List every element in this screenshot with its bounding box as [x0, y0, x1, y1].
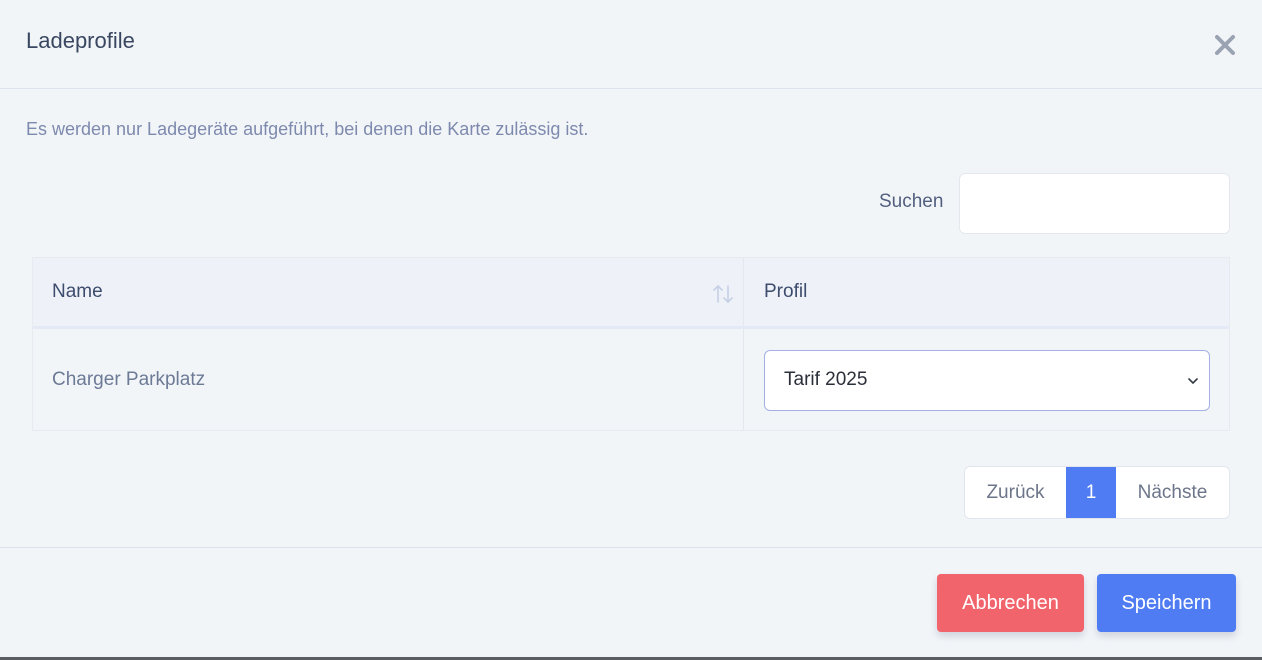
pagination-next-button[interactable]: Nächste — [1116, 467, 1229, 518]
profil-select-value: Tarif 2025 — [784, 369, 868, 390]
column-header-name[interactable]: Name — [33, 258, 744, 326]
charger-table: Name Profil Charger Parkplatz Tarif 2025 — [32, 257, 1230, 431]
sort-arrows-icon — [713, 285, 733, 303]
info-text: Es werden nur Ladegeräte aufgeführt, bei… — [26, 119, 589, 139]
pagination-prev-button[interactable]: Zurück — [965, 467, 1066, 518]
table-row: Charger Parkplatz Tarif 2025 — [33, 329, 1229, 430]
cancel-button[interactable]: Abbrechen — [937, 574, 1084, 632]
modal-header: Ladeprofile — [0, 0, 1262, 89]
search-input[interactable] — [959, 173, 1230, 234]
column-header-profil-label: Profil — [764, 281, 808, 302]
chevron-down-icon — [1188, 378, 1198, 384]
table-header: Name Profil — [33, 258, 1229, 329]
save-button[interactable]: Speichern — [1097, 574, 1236, 632]
column-header-profil: Profil — [744, 258, 1229, 326]
close-button[interactable] — [1212, 32, 1238, 58]
close-icon — [1215, 35, 1235, 55]
profil-select[interactable]: Tarif 2025 — [764, 350, 1210, 411]
search-label: Suchen — [879, 191, 944, 212]
column-header-name-label: Name — [52, 281, 103, 302]
modal-title: Ladeprofile — [26, 28, 135, 53]
charger-name: Charger Parkplatz — [52, 369, 206, 390]
pagination-page-1[interactable]: 1 — [1066, 467, 1116, 518]
cell-profil: Tarif 2025 — [744, 329, 1229, 430]
ladeprofile-modal: Ladeprofile Es werden nur Ladegeräte auf… — [0, 0, 1262, 660]
pagination: Zurück 1 Nächste — [964, 466, 1230, 519]
cell-name: Charger Parkplatz — [33, 329, 744, 430]
